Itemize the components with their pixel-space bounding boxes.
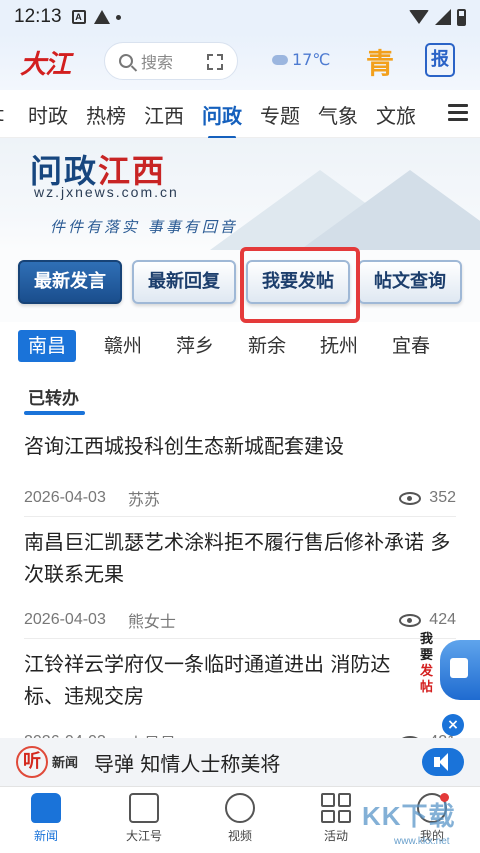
scan-icon[interactable] [207,54,223,70]
divider [24,638,456,639]
status-bar: 12:13 A [0,0,480,34]
tab-wenlv[interactable]: 文旅 [376,100,416,129]
cloud-rain-icon [272,54,288,65]
city-nanchang[interactable]: 南昌 [18,330,77,362]
post-views: 352 [399,489,456,507]
battery-icon [457,8,466,26]
tab-latest-posts[interactable]: 最新发言 [18,260,122,304]
listen-news-logo: 听 [16,746,48,778]
tab-zhuanti[interactable]: 专题 [260,100,300,129]
post-title[interactable]: 咨询江西城投科创生态新城配套建设 [24,430,464,462]
play-icon [225,793,255,823]
app-logo: 大江 [20,50,71,80]
home-icon [31,793,61,823]
warning-icon [93,10,110,24]
post-meta: 2026-04-03 苏苏 352 [24,486,456,510]
city-filter: 南昌 赣州 萍乡 新余 抚州 宜春 [0,324,480,368]
post-title[interactable]: 江铃祥云学府仅一条临时通道进出 消防达标、违规交房 [24,648,414,712]
city-xinyu[interactable]: 新余 [248,330,286,362]
post-date: 2026-04-03 [24,489,106,506]
qing-button[interactable]: 青 [366,42,394,82]
section-label: 已转办 [24,384,85,415]
notification-dot-icon [115,14,121,20]
app-header: 大江 搜索 17℃ 青 报 [0,34,480,90]
megaphone-icon [440,640,480,700]
news-ticker[interactable]: × 听 新闻 导弹 知情人士称美将 [0,714,480,786]
menu-icon[interactable] [448,104,468,122]
highlight-box [240,247,360,323]
post-date: 2026-04-03 [24,611,106,628]
city-yichun[interactable]: 宜春 [392,330,430,362]
post-author: 熊女士 [127,612,176,631]
post-author: 苏苏 [127,490,160,509]
nav-news[interactable]: 新闻 [6,793,86,844]
city-ganzhou[interactable]: 赣州 [104,330,142,362]
wifi-icon [409,10,429,24]
tab-post-search[interactable]: 帖文查询 [358,260,462,304]
floating-post-label: 我要发帖 [420,632,434,695]
ticker-text[interactable]: 导弹 知情人士称美将 [94,748,414,777]
mountain-decoration [300,170,480,250]
nav-dajianghao[interactable]: 大江号 [104,793,184,844]
search-icon [119,54,133,68]
banner-slogan: 件件有落实 事事有回音 [50,218,238,236]
wenzheng-banner: 问政江西 wz.jxnews.com.cn 件件有落实 事事有回音 [0,138,480,250]
post-meta: 2026-04-03 熊女士 424 [24,608,456,632]
status-time: 12:13 [14,6,62,27]
city-pingxiang[interactable]: 萍乡 [176,330,214,362]
weather-temp: 17℃ [292,50,331,69]
floating-post-button[interactable]: 我要发帖 [410,622,480,712]
tab-wenzheng[interactable]: 问政 [202,100,242,139]
divider [24,516,456,517]
ticker-tag: 新闻 [52,756,79,771]
search-placeholder: 搜索 [141,53,174,72]
tab-jiangxi[interactable]: 江西 [144,100,184,129]
newspaper-button[interactable]: 报 [425,43,455,77]
channel-list: 时政 热榜 江西 问政 专题 气象 文旅 [28,100,416,139]
nav-label: 视频 [227,829,252,843]
watermark-url: www.kkx.net [394,836,450,847]
nav-label: 新闻 [33,829,58,843]
nav-label: 大江号 [125,829,162,843]
tab-qixiang[interactable]: 气象 [318,100,358,129]
post-title[interactable]: 南昌巨汇凯瑟艺术涂料拒不履行售后修补承诺 多次联系无果 [24,526,464,590]
tab-latest-replies[interactable]: 最新回复 [132,260,236,304]
watermark: KK下载 [362,801,456,831]
notification-a-icon: A [71,10,86,24]
grid-icon [321,793,351,823]
tab-rebang[interactable]: 热榜 [86,100,126,129]
eye-icon [399,491,422,505]
nav-video[interactable]: 视频 [200,793,280,844]
city-fuzhou[interactable]: 抚州 [320,330,358,362]
edit-icon [129,793,159,823]
signal-icon [435,9,451,25]
tab-shizheng[interactable]: 时政 [28,100,68,129]
search-bar[interactable]: 搜索 [104,42,238,80]
close-icon[interactable]: × [442,714,464,736]
channel-bar: t 时政 热榜 江西 问政 专题 气象 文旅 [0,90,480,139]
banner-url: wz.jxnews.com.cn [34,184,179,200]
weather-widget[interactable]: 17℃ [272,50,330,69]
status-icons [409,8,466,26]
speaker-icon[interactable] [422,748,464,776]
channel-partial[interactable]: t [0,102,4,126]
